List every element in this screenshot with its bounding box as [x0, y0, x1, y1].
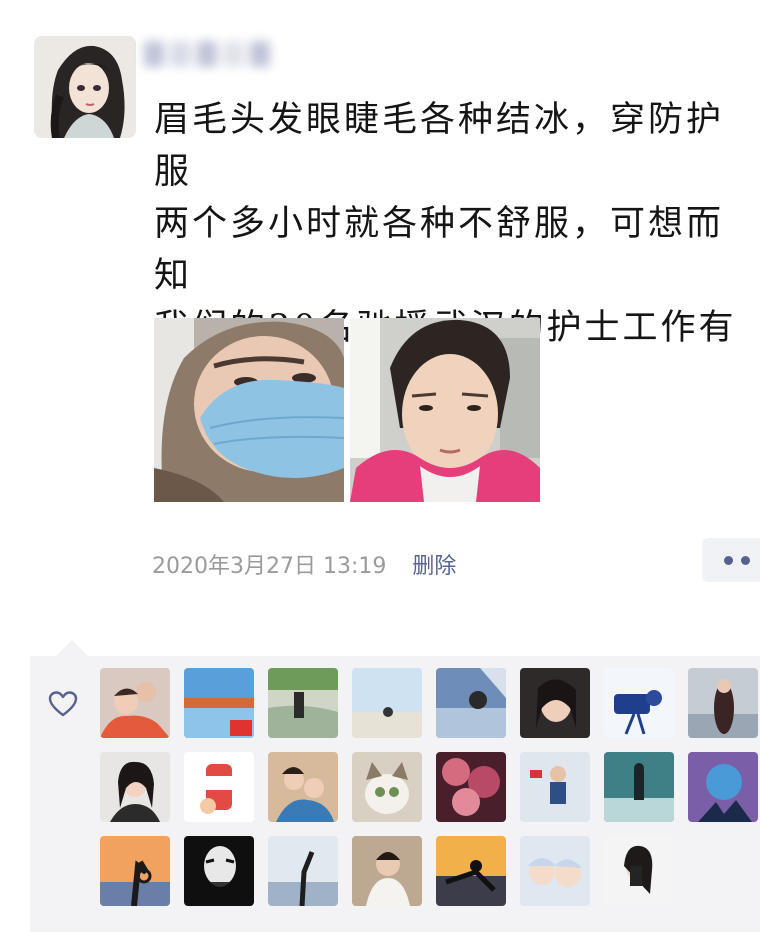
nurse-masked-photo[interactable] — [154, 318, 344, 502]
liker-avatar[interactable] — [604, 836, 674, 906]
dot-icon — [741, 555, 750, 565]
liker-avatar[interactable] — [436, 668, 506, 738]
liker-avatar[interactable] — [268, 836, 338, 906]
liker-avatar[interactable] — [520, 752, 590, 822]
author-avatar[interactable] — [34, 36, 136, 138]
liker-avatar[interactable] — [184, 668, 254, 738]
liker-avatar[interactable] — [352, 668, 422, 738]
author-nickname-blurred[interactable] — [144, 34, 271, 74]
liker-avatar[interactable] — [100, 668, 170, 738]
liker-avatar[interactable] — [100, 836, 170, 906]
more-options-button[interactable] — [702, 538, 760, 582]
liker-avatar[interactable] — [520, 668, 590, 738]
liker-avatar[interactable] — [100, 752, 170, 822]
likes-panel — [30, 640, 760, 932]
nurse-portrait-photo[interactable] — [350, 318, 540, 502]
liker-avatar[interactable] — [520, 836, 590, 906]
liker-avatar[interactable] — [184, 836, 254, 906]
heart-icon[interactable] — [48, 690, 78, 718]
liker-avatar[interactable] — [604, 752, 674, 822]
liker-avatar[interactable] — [352, 752, 422, 822]
liker-avatar[interactable] — [352, 836, 422, 906]
delete-link[interactable]: 删除 — [412, 548, 456, 580]
liker-avatar[interactable] — [184, 752, 254, 822]
liker-avatar[interactable] — [688, 668, 758, 738]
liker-avatar[interactable] — [688, 752, 758, 822]
liker-avatar-grid — [100, 668, 758, 906]
liker-avatar[interactable] — [436, 836, 506, 906]
post-timestamp: 2020年3月27日 13:19 — [152, 554, 387, 579]
liker-avatar[interactable] — [604, 668, 674, 738]
liker-avatar[interactable] — [268, 668, 338, 738]
liker-avatar[interactable] — [268, 752, 338, 822]
post-meta: 2020年3月27日 13:19 删除 — [152, 548, 456, 580]
dot-icon — [724, 555, 733, 565]
liker-avatar[interactable] — [436, 752, 506, 822]
